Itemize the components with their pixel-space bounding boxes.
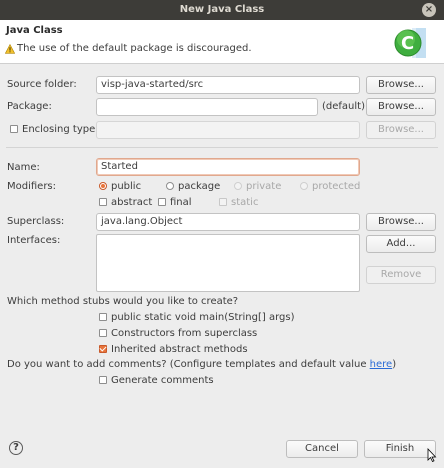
window-close-button[interactable]: × [422,3,436,17]
modifier-final-checkbox[interactable] [158,198,166,206]
package-input[interactable] [96,98,318,116]
window-title: New Java Class [179,4,265,15]
logo-letter: C [401,33,415,54]
modifier-final-label: final [170,197,192,208]
method-stubs-question: Which method stubs would you like to cre… [7,296,239,307]
generate-comments-label: Generate comments [111,375,214,386]
enclosing-type-checkbox[interactable] [10,125,18,133]
wizard-banner [0,20,444,64]
modifier-public-label: public [111,181,142,192]
stub-constructors-checkbox[interactable] [99,329,107,337]
interfaces-remove-button[interactable]: Remove [366,266,436,284]
enclosing-type-label: Enclosing type: [22,124,99,135]
modifier-static-label: static [231,197,259,208]
mouse-cursor-icon [427,448,437,462]
finish-button[interactable]: Finish [364,440,436,458]
superclass-browse-button[interactable]: Browse... [366,213,436,231]
warning-icon [5,44,15,54]
package-label: Package: [7,101,52,112]
wizard-title: Java Class [6,25,63,36]
java-class-wizard-icon: C [392,26,426,60]
modifier-protected-radio[interactable] [300,182,308,190]
comments-question-end: ) [392,359,397,370]
configure-templates-link[interactable]: here [370,359,393,370]
stub-inherited-checkbox[interactable] [99,345,107,353]
name-label: Name: [7,162,40,173]
comments-question-text: Do you want to add comments? (Configure … [7,359,370,370]
window-titlebar: New Java Class [0,0,444,20]
modifier-private-radio[interactable] [234,182,242,190]
stub-inherited-label: Inherited abstract methods [111,344,248,355]
stub-main-checkbox[interactable] [99,313,107,321]
interfaces-label: Interfaces: [7,235,61,246]
enclosing-type-input[interactable] [96,121,360,139]
generate-comments-checkbox[interactable] [99,376,107,384]
name-input[interactable]: Started [96,158,360,176]
modifier-protected-label: protected [312,181,361,192]
wizard-message: The use of the default package is discou… [17,43,252,54]
stub-main-label: public static void main(String[] args) [111,312,295,323]
modifier-public-radio[interactable] [99,182,107,190]
modifier-abstract-label: abstract [111,197,153,208]
source-folder-browse-button[interactable]: Browse... [366,76,436,94]
interfaces-list[interactable] [96,234,360,292]
package-default-label: (default) [322,101,365,112]
comments-question: Do you want to add comments? (Configure … [7,359,396,370]
modifier-package-label: package [178,181,221,192]
modifiers-label: Modifiers: [7,181,57,192]
modifier-abstract-checkbox[interactable] [99,198,107,206]
package-browse-button[interactable]: Browse... [366,98,436,116]
modifier-static-checkbox[interactable] [219,198,227,206]
cancel-button[interactable]: Cancel [286,440,358,458]
stub-constructors-label: Constructors from superclass [111,328,258,339]
separator [6,147,438,148]
help-icon[interactable]: ? [9,441,23,455]
interfaces-add-button[interactable]: Add... [366,235,436,253]
enclosing-type-browse-button[interactable]: Browse... [366,121,436,139]
source-folder-label: Source folder: [7,79,77,90]
modifier-private-label: private [246,181,282,192]
superclass-label: Superclass: [7,216,65,227]
modifier-package-radio[interactable] [166,182,174,190]
superclass-input[interactable]: java.lang.Object [96,213,360,231]
source-folder-input[interactable]: visp-java-started/src [96,76,360,94]
